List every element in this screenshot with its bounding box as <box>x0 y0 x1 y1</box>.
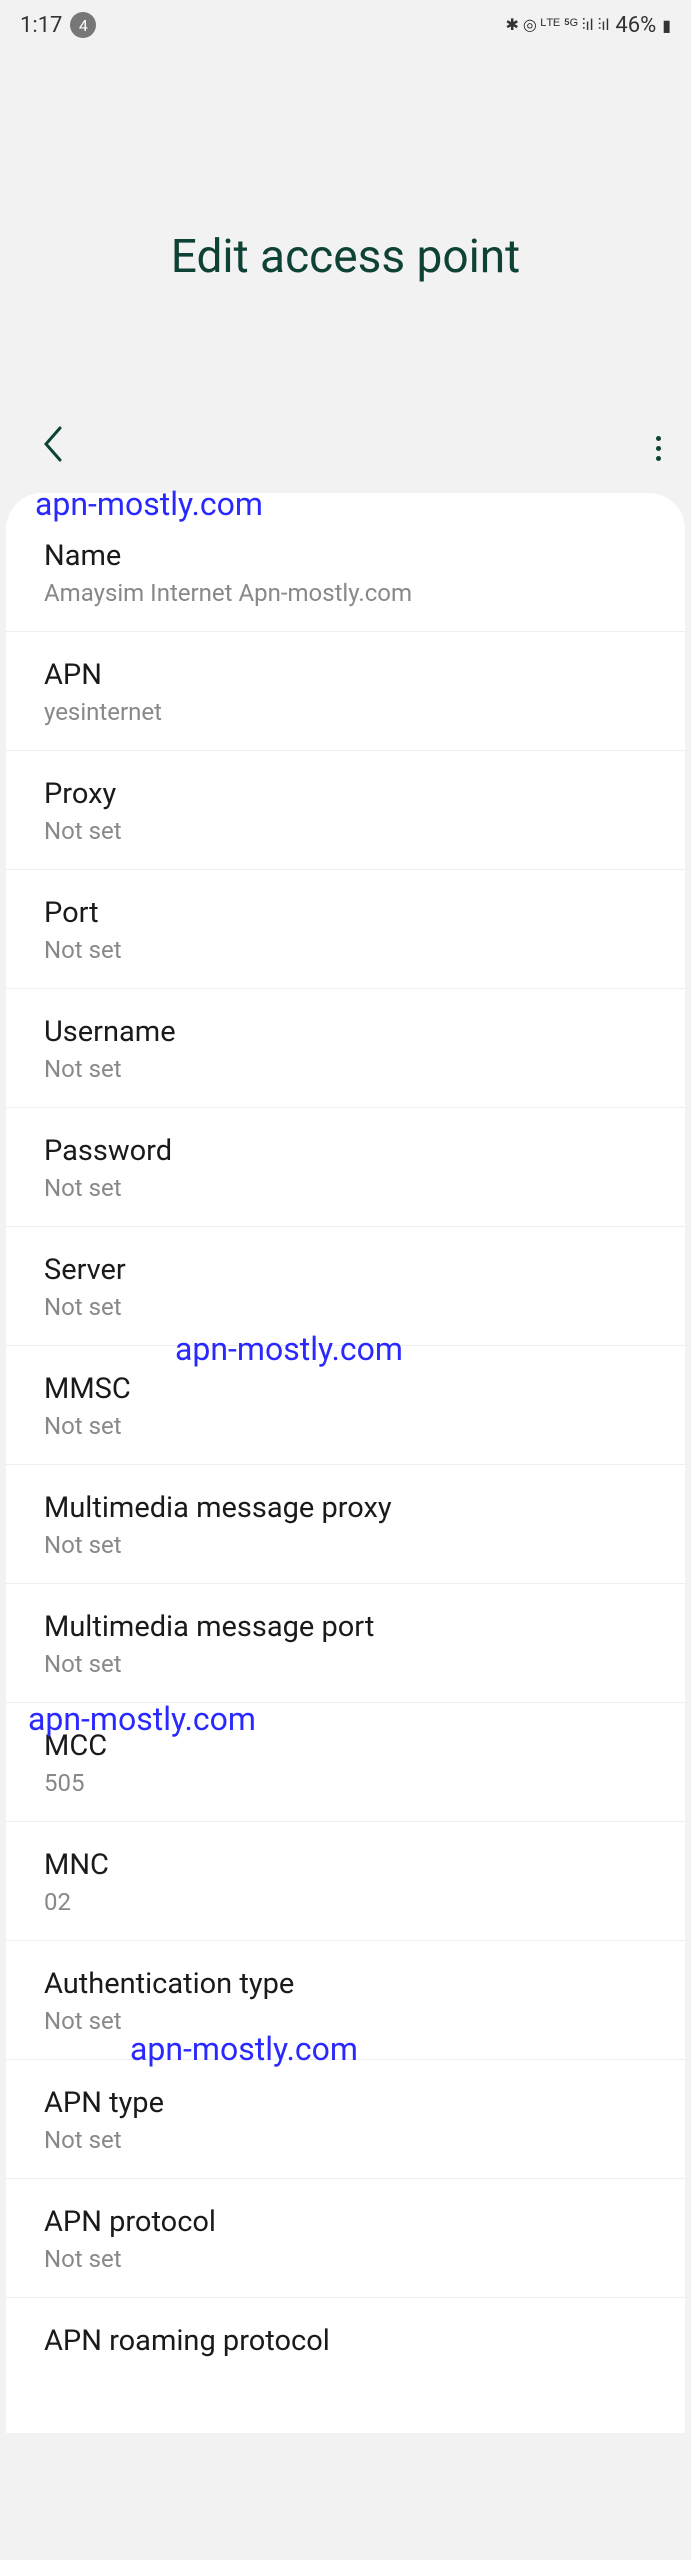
notification-count-badge: 4 <box>70 12 96 38</box>
setting-label: MCC <box>44 1729 647 1763</box>
status-bar: 1:17 4 ✱ ◎ ᴸᵀᴱ ⁵ᴳ ⫶ıl ⫶ıl 46% ▮ <box>0 0 691 50</box>
setting-label: Password <box>44 1134 647 1168</box>
more-options-button[interactable] <box>656 436 661 461</box>
setting-value: Not set <box>44 1650 647 1678</box>
setting-value: Not set <box>44 2007 647 2035</box>
chevron-left-icon <box>40 424 66 464</box>
status-right: ✱ ◎ ᴸᵀᴱ ⁵ᴳ ⫶ıl ⫶ıl 46% ▮ <box>506 13 672 38</box>
setting-label: APN protocol <box>44 2205 647 2239</box>
more-vertical-icon <box>656 436 661 461</box>
header-area: Edit access point <box>0 50 691 414</box>
setting-row-mnc[interactable]: MNC 02 <box>6 1822 685 1941</box>
setting-label: Name <box>44 539 647 573</box>
settings-card: Name Amaysim Internet Apn-mostly.com APN… <box>6 493 685 2433</box>
setting-value: yesinternet <box>44 698 647 726</box>
setting-label: MMSC <box>44 1372 647 1406</box>
setting-value: Not set <box>44 1293 647 1321</box>
nav-row <box>0 414 691 493</box>
setting-row-auth-type[interactable]: Authentication type Not set <box>6 1941 685 2060</box>
back-button[interactable] <box>40 424 66 473</box>
setting-value: Not set <box>44 2126 647 2154</box>
setting-row-mms-port[interactable]: Multimedia message port Not set <box>6 1584 685 1703</box>
setting-row-mms-proxy[interactable]: Multimedia message proxy Not set <box>6 1465 685 1584</box>
setting-value: Amaysim Internet Apn-mostly.com <box>44 579 647 607</box>
setting-label: MNC <box>44 1848 647 1882</box>
setting-value: Not set <box>44 2245 647 2273</box>
setting-value: Not set <box>44 1412 647 1440</box>
setting-row-mmsc[interactable]: MMSC Not set <box>6 1346 685 1465</box>
battery-icon: ▮ <box>662 16 671 35</box>
setting-row-apn-type[interactable]: APN type Not set <box>6 2060 685 2179</box>
setting-row-mcc[interactable]: MCC 505 <box>6 1703 685 1822</box>
setting-label: APN roaming protocol <box>44 2324 647 2358</box>
setting-row-apn-protocol[interactable]: APN protocol Not set <box>6 2179 685 2298</box>
setting-label: Port <box>44 896 647 930</box>
status-left: 1:17 4 <box>20 12 96 38</box>
setting-value: 02 <box>44 1888 647 1916</box>
setting-row-password[interactable]: Password Not set <box>6 1108 685 1227</box>
setting-row-server[interactable]: Server Not set <box>6 1227 685 1346</box>
setting-row-apn-roaming-protocol[interactable]: APN roaming protocol <box>6 2298 685 2388</box>
setting-row-apn[interactable]: APN yesinternet <box>6 632 685 751</box>
setting-label: Username <box>44 1015 647 1049</box>
setting-label: Proxy <box>44 777 647 811</box>
setting-value: Not set <box>44 936 647 964</box>
setting-label: Authentication type <box>44 1967 647 2001</box>
setting-value: Not set <box>44 1055 647 1083</box>
setting-label: Multimedia message port <box>44 1610 647 1644</box>
setting-row-proxy[interactable]: Proxy Not set <box>6 751 685 870</box>
setting-label: Server <box>44 1253 647 1287</box>
status-icons: ✱ ◎ ᴸᵀᴱ ⁵ᴳ ⫶ıl ⫶ıl <box>506 15 610 35</box>
status-time: 1:17 <box>20 13 62 38</box>
setting-row-port[interactable]: Port Not set <box>6 870 685 989</box>
setting-label: Multimedia message proxy <box>44 1491 647 1525</box>
page-title: Edit access point <box>0 230 691 284</box>
setting-label: APN <box>44 658 647 692</box>
battery-percent: 46% <box>615 13 656 38</box>
setting-value: Not set <box>44 1531 647 1559</box>
setting-row-name[interactable]: Name Amaysim Internet Apn-mostly.com <box>6 503 685 632</box>
setting-value: Not set <box>44 817 647 845</box>
setting-label: APN type <box>44 2086 647 2120</box>
setting-row-username[interactable]: Username Not set <box>6 989 685 1108</box>
setting-value: 505 <box>44 1769 647 1797</box>
setting-value: Not set <box>44 1174 647 1202</box>
